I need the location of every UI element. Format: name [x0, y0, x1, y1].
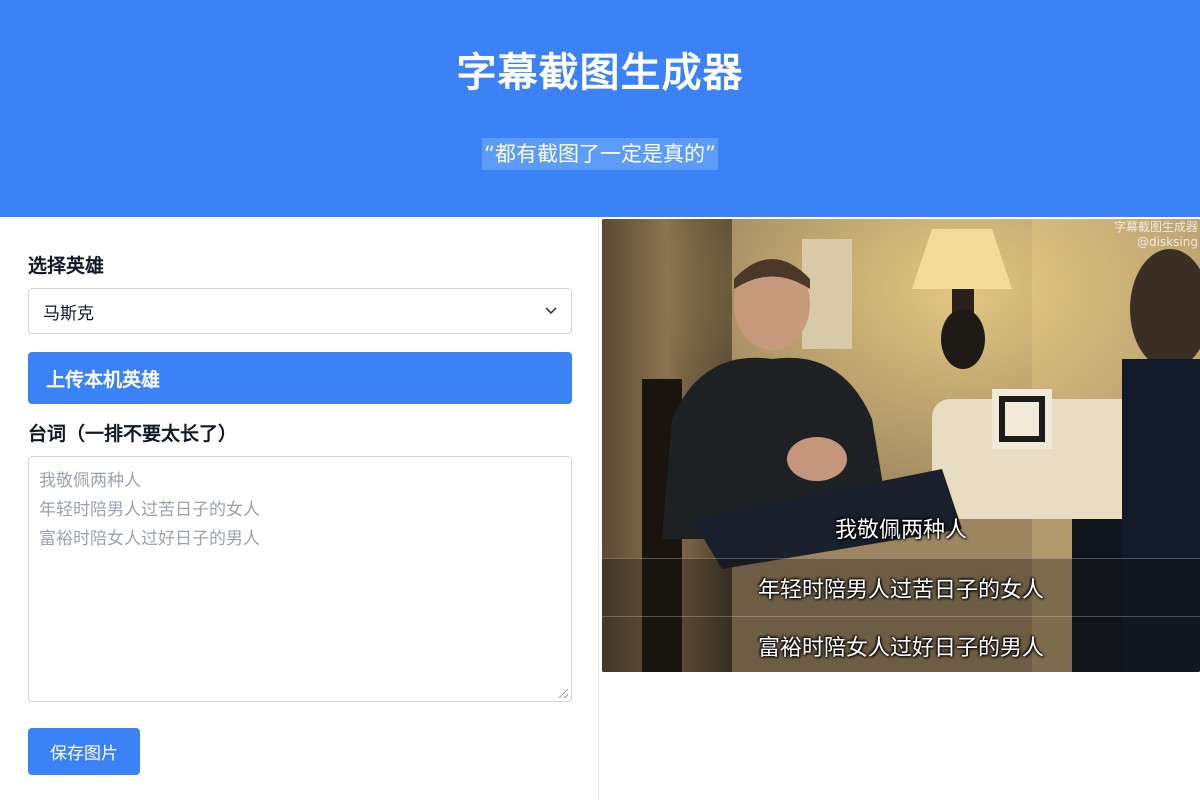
chevron-down-icon: [545, 303, 557, 319]
hero-label: 选择英雄: [28, 255, 105, 277]
subtitle-wrap: “都有截图了一定是真的”: [0, 138, 1200, 170]
lines-label: 台词（一排不要太长了）: [28, 423, 238, 445]
page-header: 字幕截图生成器 “都有截图了一定是真的”: [0, 0, 1200, 217]
subtitle-line: 年轻时陪男人过苦日子的女人: [602, 558, 1200, 616]
watermark-handle: @disksing: [1137, 235, 1198, 249]
watermark-title: 字幕截图生成器: [1113, 220, 1198, 234]
hero-select[interactable]: 马斯克: [28, 288, 572, 334]
page-title: 字幕截图生成器: [456, 50, 744, 96]
page-subtitle: “都有截图了一定是真的”: [482, 138, 718, 170]
watermark: 字幕截图生成器 @disksing: [1114, 220, 1198, 250]
subtitle-line: 富裕时陪女人过好日子的男人: [602, 616, 1200, 672]
placeholder-line: 富裕时陪女人过好日子的男人: [39, 529, 260, 549]
placeholder-line: 我敬佩两种人: [39, 471, 141, 491]
save-image-button[interactable]: 保存图片: [28, 728, 140, 775]
hero-select-value: 马斯克: [43, 303, 94, 324]
subtitle-line: 我敬佩两种人: [834, 518, 967, 543]
lines-textarea[interactable]: 我敬佩两种人 年轻时陪男人过苦日子的女人 富裕时陪女人过好日子的男人: [28, 456, 572, 702]
editor-panel: 选择英雄 马斯克 上传本机英雄 台词（一排不要太长了） 我敬佩两种人 年轻时陪男…: [0, 217, 599, 800]
upload-hero-button[interactable]: 上传本机英雄: [28, 352, 572, 404]
placeholder-line: 年轻时陪男人过苦日子的女人: [39, 500, 260, 520]
resize-handle-icon[interactable]: [559, 689, 568, 698]
preview-image: 字幕截图生成器 @disksing 我敬佩两种人 年轻时陪男人过苦日子的女人 富…: [602, 219, 1200, 672]
